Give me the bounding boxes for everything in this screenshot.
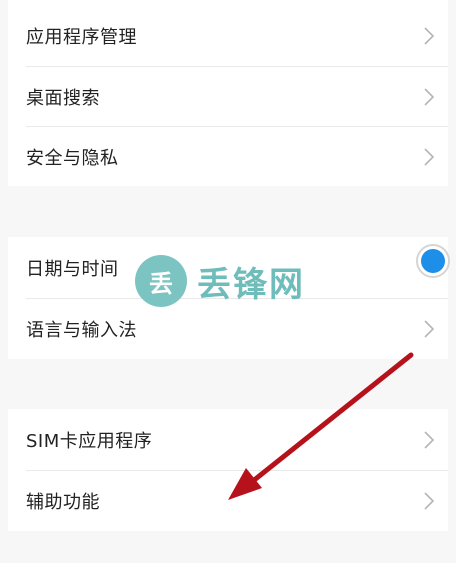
settings-item-label: 桌面搜索 xyxy=(26,88,100,109)
settings-item-accessibility[interactable]: 辅助功能 xyxy=(8,471,448,531)
settings-item-label: 应用程序管理 xyxy=(26,27,137,48)
settings-item-security-privacy[interactable]: 安全与隐私 xyxy=(8,127,448,187)
settings-item-label: 安全与隐私 xyxy=(26,148,119,169)
settings-item-label: 辅助功能 xyxy=(26,492,100,513)
settings-item-desktop-search[interactable]: 桌面搜索 xyxy=(8,67,448,127)
settings-item-label: SIM卡应用程序 xyxy=(26,431,153,452)
chevron-right-icon xyxy=(424,148,435,166)
settings-item-label: 语言与输入法 xyxy=(26,320,137,341)
settings-item-language-input[interactable]: 语言与输入法 xyxy=(8,299,448,359)
settings-item-app-management[interactable]: 应用程序管理 xyxy=(8,6,448,66)
settings-group-system: 应用程序管理 桌面搜索 安全与隐私 xyxy=(8,0,448,186)
chevron-right-icon xyxy=(424,88,435,106)
chevron-right-icon xyxy=(424,27,435,45)
chevron-right-icon xyxy=(424,431,435,449)
settings-item-label: 日期与时间 xyxy=(26,259,119,280)
floating-assistive-button[interactable] xyxy=(416,244,450,278)
chevron-right-icon xyxy=(424,492,435,510)
settings-group-locale: 日期与时间 语言与输入法 xyxy=(8,237,448,359)
chevron-right-icon xyxy=(424,320,435,338)
settings-group-misc: SIM卡应用程序 辅助功能 xyxy=(8,409,448,531)
assistive-dot-icon xyxy=(421,249,445,273)
settings-item-date-time[interactable]: 日期与时间 xyxy=(8,238,448,298)
settings-item-sim-apps[interactable]: SIM卡应用程序 xyxy=(8,410,448,470)
settings-screen: 应用程序管理 桌面搜索 安全与隐私 日期与时间 语言与输入法 SIM卡应用程序 xyxy=(0,0,456,563)
